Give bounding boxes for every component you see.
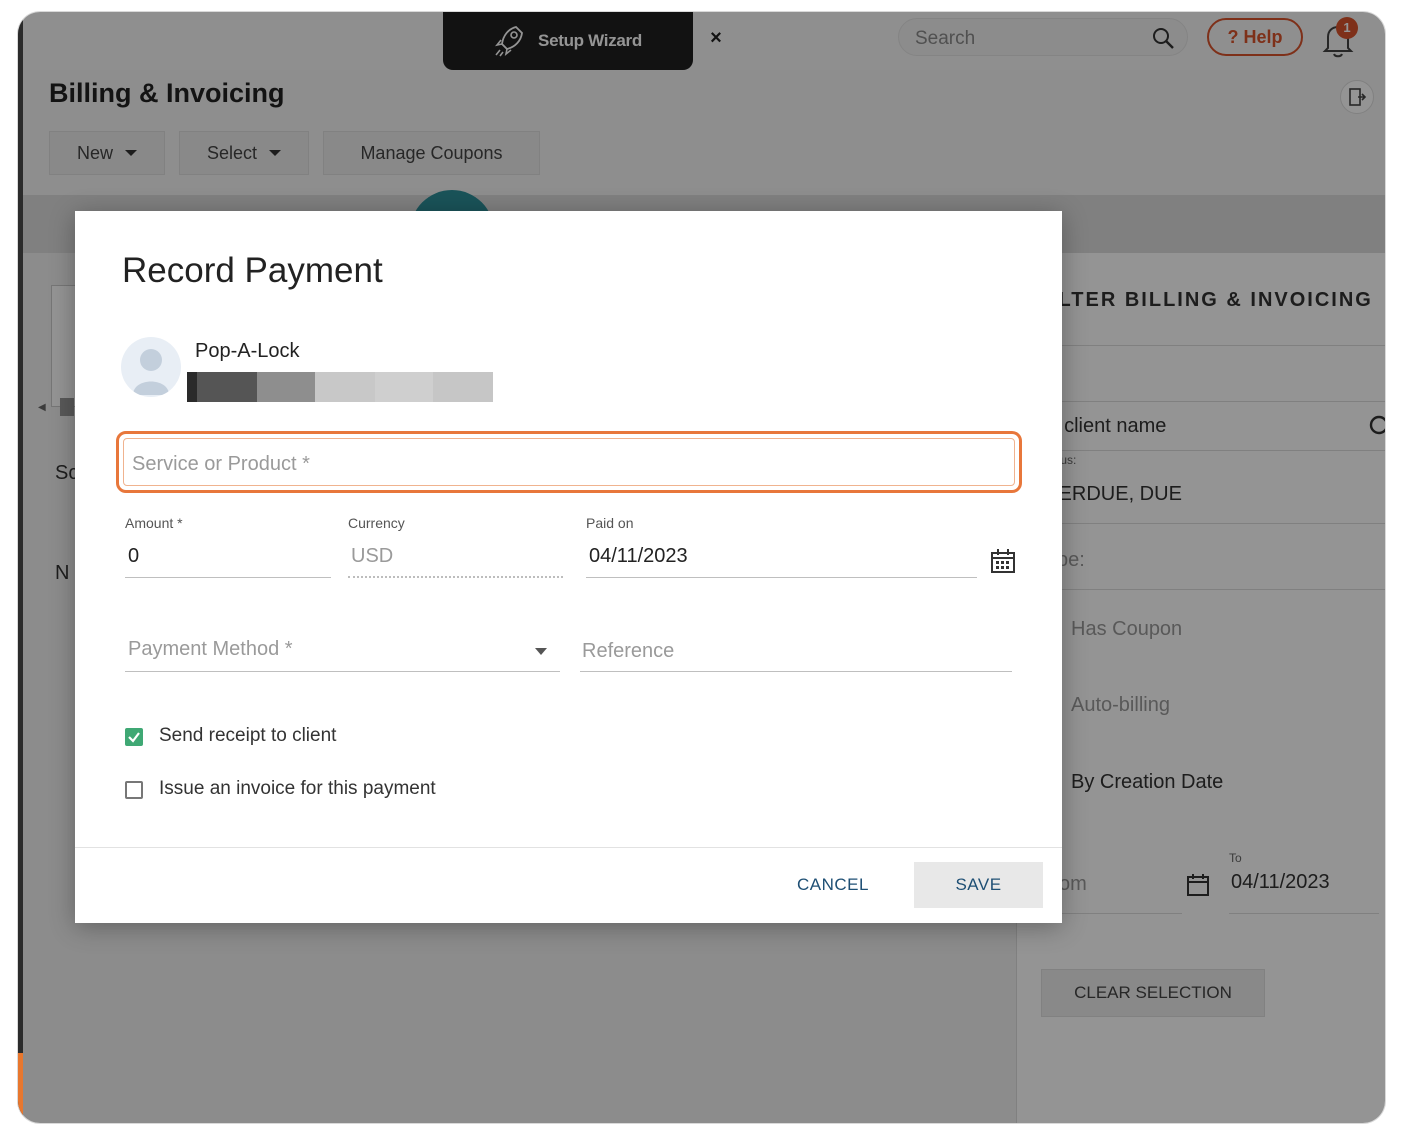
dialog-title: Record Payment [122, 251, 383, 290]
amount-label: Amount * [125, 515, 183, 531]
app-window: Setup Wizard × Search ? Help 1 Billing &… [18, 12, 1385, 1123]
send-receipt-checkbox[interactable] [125, 728, 143, 746]
currency-label: Currency [348, 515, 405, 531]
avatar [121, 337, 181, 397]
client-name: Pop-A-Lock [195, 340, 300, 362]
reference-input[interactable]: Reference [582, 640, 674, 663]
checkmark-icon [128, 732, 140, 743]
service-product-placeholder: Service or Product * [132, 453, 310, 475]
amount-input[interactable]: 0 [128, 545, 139, 568]
dropdown-caret-icon[interactable] [535, 648, 547, 655]
paid-on-underline [586, 577, 977, 578]
calendar-icon[interactable] [989, 547, 1017, 575]
service-product-field-highlight: Service or Product * [116, 431, 1022, 493]
avatar-icon [133, 349, 169, 395]
currency-underline [348, 576, 563, 578]
currency-value: USD [351, 545, 394, 567]
send-receipt-label: Send receipt to client [159, 725, 337, 746]
issue-invoice-label: Issue an invoice for this payment [159, 778, 436, 799]
left-accent-orange [18, 1053, 23, 1123]
reference-underline [580, 671, 1012, 672]
payment-method-select[interactable]: Payment Method * [128, 638, 293, 661]
record-payment-dialog: Record Payment Pop-A-Lock Service or Pro… [75, 211, 1062, 923]
cancel-button[interactable]: CANCEL [783, 862, 883, 908]
save-button[interactable]: SAVE [914, 862, 1043, 908]
payment-method-underline [125, 671, 560, 672]
issue-invoice-checkbox[interactable] [125, 781, 143, 799]
left-accent-bar [18, 12, 23, 1123]
paid-on-label: Paid on [586, 515, 634, 531]
service-product-input[interactable]: Service or Product * [123, 438, 1015, 486]
paid-on-input[interactable]: 04/11/2023 [589, 545, 688, 568]
redacted-client-info [187, 372, 493, 402]
dialog-footer-divider [75, 847, 1062, 848]
amount-underline [125, 577, 331, 578]
